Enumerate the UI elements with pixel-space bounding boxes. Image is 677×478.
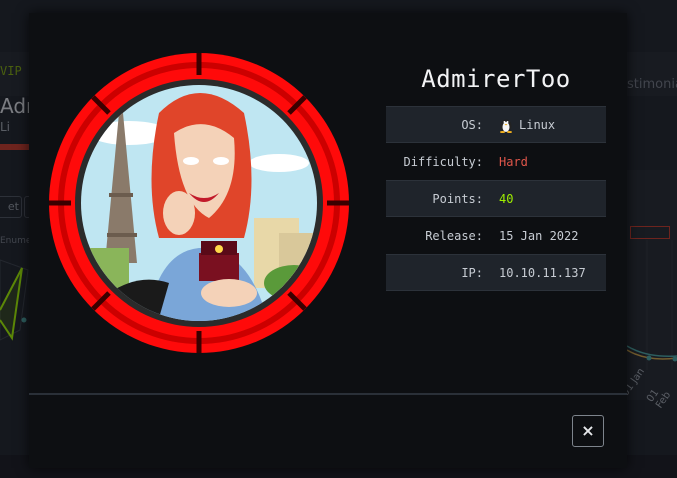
- release-value: 15 Jan 2022: [499, 228, 579, 243]
- machine-info-table: OS: Linux Difficulty: Hard Points: 40 Re…: [386, 106, 606, 291]
- release-label: Release:: [425, 228, 483, 243]
- os-label: OS:: [461, 117, 483, 132]
- info-row-ip: IP: 10.10.11.137: [386, 254, 606, 291]
- points-value: 40: [499, 191, 514, 206]
- ip-value[interactable]: 10.10.11.137: [483, 266, 586, 280]
- os-value-wrap: Linux: [483, 117, 555, 133]
- difficulty-label: Difficulty:: [403, 154, 483, 169]
- info-row-release: Release: 15 Jan 2022: [386, 217, 606, 254]
- os-value: Linux: [519, 117, 556, 132]
- machine-info-modal: AdmirerToo OS: Linux Difficulty: Hard Po…: [29, 13, 627, 468]
- points-label: Points:: [432, 191, 483, 206]
- ip-label: IP:: [461, 265, 483, 280]
- modal-footer-divider: [29, 393, 627, 395]
- difficulty-value: Hard: [499, 154, 528, 169]
- tux-icon: [500, 119, 512, 133]
- info-row-os: OS: Linux: [386, 106, 606, 143]
- info-row-difficulty: Difficulty: Hard: [386, 143, 606, 180]
- machine-avatar: [49, 53, 349, 353]
- machine-title: AdmirerToo: [421, 65, 571, 93]
- info-row-points: Points: 40: [386, 180, 606, 217]
- close-button[interactable]: ×: [572, 415, 604, 447]
